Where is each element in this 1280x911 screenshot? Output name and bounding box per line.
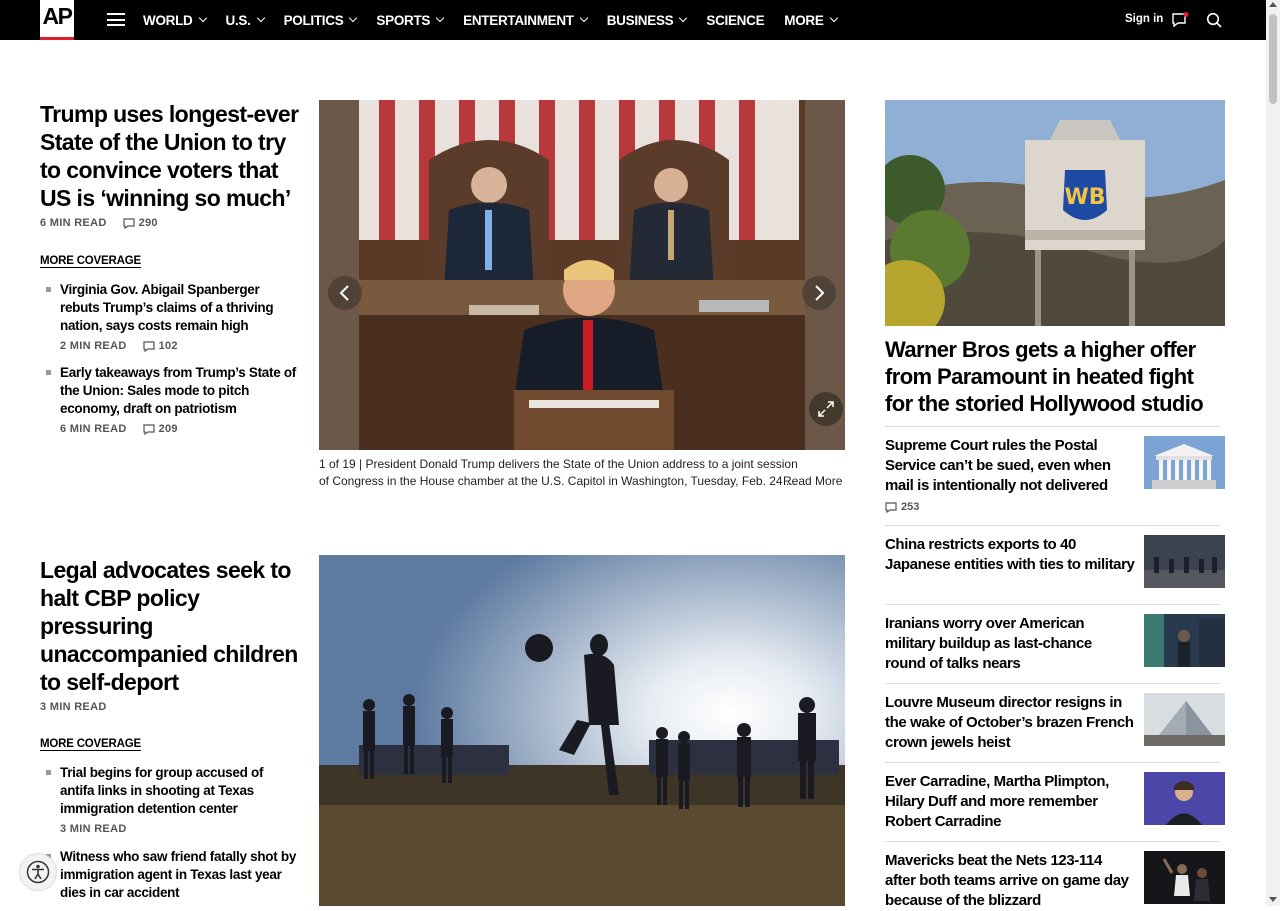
scroll-thumb[interactable]: [1269, 14, 1277, 104]
chat-icon[interactable]: [1171, 12, 1189, 28]
expand-icon: [818, 401, 834, 417]
divider: [885, 604, 1220, 605]
nav-science[interactable]: SCIENCE: [706, 13, 764, 28]
svg-text:WB: WB: [1064, 185, 1105, 210]
lead-story-headline[interactable]: Trump uses longest-ever State of the Uni…: [40, 100, 300, 212]
soldiers-photo: [1144, 535, 1225, 588]
gallery-prev-button[interactable]: [328, 276, 362, 310]
story-thumbnail[interactable]: [1144, 851, 1225, 904]
water-tower-photo: WB: [885, 100, 1225, 326]
tehran-street-photo: [1144, 614, 1225, 667]
chevron-down-icon: [679, 13, 688, 23]
related-story[interactable]: Witness who saw friend fatally shot by i…: [46, 848, 300, 902]
comment-icon: [122, 217, 135, 229]
sidebar-story[interactable]: China restricts exports to 40 Japanese e…: [885, 535, 1225, 595]
accessibility-icon: [26, 860, 50, 884]
nav-more[interactable]: MORE: [784, 13, 838, 28]
photo-caption: 1 of 19 | President Donald Trump deliver…: [319, 456, 809, 490]
state-of-union-photo: [319, 100, 845, 450]
comment-icon: [142, 423, 155, 435]
louvre-pyramid-photo: [1144, 693, 1225, 746]
expand-photo-button[interactable]: [809, 392, 843, 426]
bullet-icon: [46, 370, 51, 375]
accessibility-button[interactable]: [19, 853, 57, 891]
story-thumbnail[interactable]: [1144, 614, 1225, 667]
lead-photo-gallery[interactable]: [319, 100, 845, 450]
scroll-down-arrow[interactable]: [1269, 897, 1277, 902]
supreme-court-photo: [1144, 436, 1225, 489]
chevron-down-icon: [198, 13, 207, 23]
main-nav: WORLD U.S. POLITICS SPORTS ENTERTAINMENT…: [143, 0, 857, 40]
nav-politics[interactable]: POLITICS: [284, 13, 358, 28]
nav-business[interactable]: BUSINESS: [607, 13, 688, 28]
comment-icon: [885, 501, 897, 513]
read-time: 3 MIN READ: [40, 701, 107, 713]
sign-in-link[interactable]: Sign in: [1125, 13, 1163, 25]
sidebar-story[interactable]: Louvre Museum director resigns in the wa…: [885, 693, 1225, 753]
story-thumbnail[interactable]: [1144, 535, 1225, 588]
children-playing-photo: [319, 555, 845, 906]
caption-text: President Donald Trump delivers the Stat…: [319, 457, 798, 488]
menu-icon[interactable]: [107, 13, 125, 26]
gallery-next-button[interactable]: [802, 276, 836, 310]
robert-carradine-photo: [1144, 772, 1225, 825]
scroll-up-arrow[interactable]: [1269, 2, 1277, 7]
gallery-counter: 1 of 19 |: [319, 457, 363, 471]
divider: [885, 683, 1220, 684]
lead-story-meta: 3 MIN READ: [40, 701, 107, 713]
comment-count[interactable]: 209: [142, 423, 178, 435]
basketball-photo: [1144, 851, 1225, 904]
nav-world[interactable]: WORLD: [143, 13, 207, 28]
related-story-meta: 6 MIN READ 209: [60, 423, 178, 435]
sidebar-main-headline[interactable]: Warner Bros gets a higher offer from Par…: [885, 336, 1225, 417]
read-more-link[interactable]: Read More: [783, 474, 842, 488]
bullet-icon: [46, 770, 51, 775]
lead-story-headline[interactable]: Legal advocates seek to halt CBP policy …: [40, 556, 302, 696]
chevron-down-icon: [435, 13, 445, 23]
story-thumbnail[interactable]: [1144, 436, 1225, 489]
chevron-down-icon: [349, 13, 358, 23]
sidebar-feature-photo[interactable]: WB: [885, 100, 1225, 326]
divider: [885, 841, 1220, 842]
sidebar-story[interactable]: Mavericks beat the Nets 123-114 after bo…: [885, 851, 1225, 909]
sidebar-story[interactable]: Supreme Court rules the Postal Service c…: [885, 436, 1225, 516]
more-coverage-label: MORE COVERAGE: [40, 255, 141, 268]
divider: [885, 525, 1220, 526]
ap-logo[interactable]: AP: [40, 0, 74, 40]
related-story-meta: 2 MIN READ 102: [60, 340, 178, 352]
divider: [885, 426, 1220, 427]
related-story-meta: 3 MIN READ: [60, 823, 127, 835]
story-thumbnail[interactable]: [1144, 693, 1225, 746]
top-navigation-bar: AP WORLD U.S. POLITICS SPORTS ENTERTAINM…: [0, 0, 1266, 40]
sidebar-story[interactable]: Iranians worry over American military bu…: [885, 614, 1225, 674]
read-time: 6 MIN READ: [40, 217, 107, 229]
chevron-down-icon: [256, 13, 265, 23]
search-icon[interactable]: [1206, 12, 1222, 28]
chevron-down-icon: [829, 13, 838, 23]
page-scrollbar[interactable]: [1266, 0, 1280, 906]
chevron-right-icon: [815, 285, 825, 301]
divider: [885, 762, 1220, 763]
related-story[interactable]: Early takeaways from Trump’s State of th…: [46, 364, 300, 418]
lead-photo[interactable]: [319, 555, 845, 906]
chevron-down-icon: [579, 13, 588, 23]
comment-count[interactable]: 102: [142, 340, 178, 352]
nav-entertainment[interactable]: ENTERTAINMENT: [463, 13, 588, 28]
more-coverage-label: MORE COVERAGE: [40, 738, 141, 751]
sidebar-story[interactable]: Ever Carradine, Martha Plimpton, Hilary …: [885, 772, 1225, 832]
chevron-left-icon: [339, 285, 349, 301]
nav-sports[interactable]: SPORTS: [376, 13, 445, 28]
related-story[interactable]: Trial begins for group accused of antifa…: [46, 764, 300, 818]
comment-icon: [142, 340, 155, 352]
lead-story-meta: 6 MIN READ 290: [40, 217, 158, 229]
story-thumbnail[interactable]: [1144, 772, 1225, 825]
bullet-icon: [46, 287, 51, 292]
comment-count[interactable]: 290: [122, 217, 158, 229]
related-story[interactable]: Virginia Gov. Abigail Spanberger rebuts …: [46, 281, 300, 335]
comment-count[interactable]: 253: [885, 501, 919, 513]
nav-us[interactable]: U.S.: [226, 13, 265, 28]
